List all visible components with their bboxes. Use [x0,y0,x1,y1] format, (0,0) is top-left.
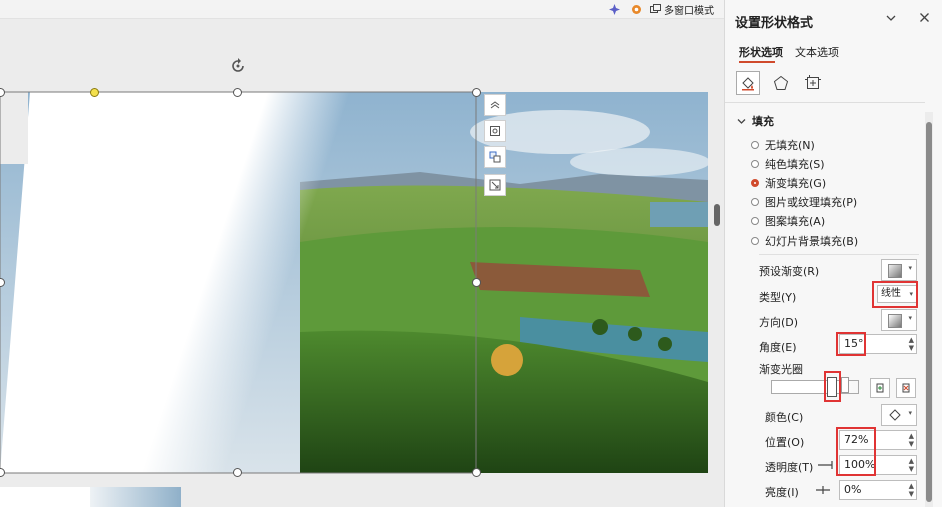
fill-option-label: 图案填充(A) [765,215,826,228]
fill-section-title: 填充 [752,115,774,128]
fill-option-pattern[interactable]: 图案填充(A) [725,212,925,230]
resize-diagonal-icon [489,179,501,191]
direction-dropdown[interactable]: ▾ [881,309,917,331]
center-point [472,278,481,287]
tab-text-options[interactable]: 文本选项 [795,44,839,60]
add-stop-button[interactable] [870,378,890,398]
resize-handle-top[interactable] [233,88,242,97]
fill-section-header[interactable]: 填充 [737,113,774,129]
designer-icon[interactable] [606,1,622,17]
highlight-box-angle [836,332,866,356]
format-shape-panel: 设置形状格式 形状选项 文本选项 填充 无填充(N) 纯色填充(S) 渐变填充(… [724,0,942,507]
brightness-value: 0% [844,483,862,496]
radio[interactable] [751,217,759,225]
highlight-box-stop [824,371,841,402]
fill-option-slide-background[interactable]: 幻灯片背景填充(B) [725,232,925,250]
top-toolbar: 多窗口模式 [0,0,724,19]
fill-option-label: 幻灯片背景填充(B) [765,235,859,248]
transparency-label: 透明度(T) [765,461,814,474]
spinner-arrows-icon[interactable]: ▲ ▼ [909,432,914,448]
paint-bucket-icon [889,409,901,421]
gradient-stops-label: 渐变光圈 [759,363,803,376]
preset-gradient-dropdown[interactable]: ▾ [881,259,917,281]
rotate-handle-icon[interactable] [229,57,247,75]
multiwindow-icon [650,4,661,13]
color-picker-button[interactable]: ▾ [881,404,917,426]
selection-frame [0,91,477,474]
paint-bucket-icon [742,77,754,91]
preset-gradient-label: 预设渐变(R) [759,265,820,278]
fill-line-category-button[interactable] [736,71,760,95]
chevron-down-icon [737,118,746,124]
type-label: 类型(Y) [759,291,797,304]
fill-option-label: 无填充(N) [765,139,815,152]
fill-option-label: 渐变填充(G) [765,177,827,190]
chevron-down-icon: ▾ [908,314,912,322]
shape-adjust-handle[interactable] [90,88,99,97]
spinner-arrows-icon[interactable]: ▲ ▼ [909,457,914,473]
fill-option-picture[interactable]: 图片或纹理填充(P) [725,193,925,211]
spinner-arrows-icon[interactable]: ▲ ▼ [909,336,914,352]
chevron-up-icon [490,101,500,109]
resize-handle-tr[interactable] [472,88,481,97]
close-icon[interactable] [919,12,930,23]
layers-icon [489,151,501,163]
tab-shape-options[interactable]: 形状选项 [739,44,783,60]
animation-button[interactable] [484,120,506,142]
position-label: 位置(O) [765,436,805,449]
radio[interactable] [751,198,759,206]
fill-option-none[interactable]: 无填充(N) [725,136,925,154]
chevron-down-icon[interactable] [885,13,897,23]
radio[interactable] [751,237,759,245]
highlight-box-position-transparency [836,427,876,476]
radio[interactable] [751,141,759,149]
angle-label: 角度(E) [759,341,797,354]
pentagon-effects-icon[interactable] [773,75,789,91]
active-tab-indicator [739,61,775,63]
arrange-button[interactable] [484,146,506,168]
multiwindow-label: 多窗口模式 [664,5,714,17]
fill-option-label: 图片或纹理填充(P) [765,196,858,209]
resize-handle-bl[interactable] [0,468,5,477]
brightness-label: 亮度(I) [765,486,799,499]
fill-option-label: 纯色填充(S) [765,158,825,171]
canvas-scrollbar-thumb[interactable] [714,204,720,226]
slider-icon[interactable] [817,460,833,470]
fill-option-gradient[interactable]: 渐变填充(G) [725,174,925,192]
multiwindow-button[interactable]: 多窗口模式 [650,1,720,17]
resize-handle-bottom[interactable] [233,468,242,477]
gradient-stop-handle[interactable] [841,377,849,393]
slider-icon[interactable] [815,485,831,495]
radio-selected[interactable] [751,179,759,187]
target-icon [490,126,500,136]
spinner-arrows-icon[interactable]: ▲ ▼ [909,482,914,498]
fill-option-solid[interactable]: 纯色填充(S) [725,155,925,173]
color-label: 颜色(C) [765,411,804,424]
highlight-box-type [872,281,918,308]
radio[interactable] [751,160,759,168]
slide-canvas [0,19,724,507]
panel-scrollbar-track[interactable] [925,112,933,507]
brightness-input[interactable]: 0% ▲ ▼ [839,480,917,500]
chevron-down-icon: ▾ [908,264,912,272]
panel-title: 设置形状格式 [735,16,814,31]
resize-handle-br[interactable] [472,468,481,477]
settings-gear-icon[interactable] [628,1,644,17]
crop-button[interactable] [484,174,506,196]
divider [725,102,925,103]
remove-stop-button[interactable] [896,378,916,398]
direction-label: 方向(D) [759,316,799,329]
panel-scrollbar-thumb[interactable] [926,122,932,502]
add-stop-icon [876,383,884,393]
size-properties-icon[interactable] [805,75,821,91]
divider [759,254,919,255]
remove-stop-icon [902,383,910,393]
layout-options-button[interactable] [484,94,506,116]
next-slide-peek[interactable] [0,487,181,507]
chevron-down-icon: ▾ [908,409,912,417]
